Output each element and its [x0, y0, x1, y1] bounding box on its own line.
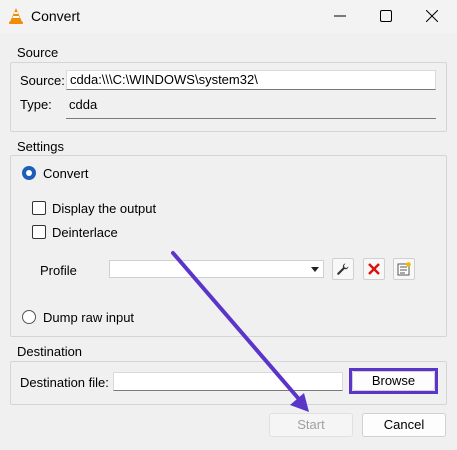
start-button[interactable]: Start [269, 413, 353, 437]
chevron-down-icon [311, 267, 319, 272]
delete-x-icon [368, 263, 380, 275]
delete-profile-button[interactable] [363, 258, 385, 280]
maximize-icon [380, 10, 392, 22]
source-label: Source: [20, 73, 65, 88]
close-icon [426, 10, 438, 22]
display-output-checkbox[interactable] [32, 201, 46, 215]
close-button[interactable] [409, 0, 455, 33]
title-bar: Convert [0, 0, 457, 33]
convert-label[interactable]: Convert [43, 166, 89, 181]
type-value: cdda [69, 97, 98, 112]
minimize-button[interactable] [317, 0, 363, 33]
deinterlace-checkbox[interactable] [32, 225, 46, 239]
cancel-button[interactable]: Cancel [362, 413, 446, 437]
source-value: cdda:\\\C:\WINDOWS\system32\ [70, 72, 258, 87]
type-underline [66, 118, 436, 119]
destination-group-title: Destination [17, 344, 83, 359]
window-title: Convert [31, 8, 81, 24]
new-profile-icon [397, 262, 411, 276]
minimize-icon [334, 15, 346, 17]
maximize-button[interactable] [363, 0, 409, 33]
wrench-icon [337, 263, 349, 275]
profile-label: Profile [40, 263, 77, 278]
display-output-label[interactable]: Display the output [52, 201, 156, 216]
deinterlace-label[interactable]: Deinterlace [52, 225, 118, 240]
destination-file-field[interactable] [113, 372, 343, 391]
dump-raw-label[interactable]: Dump raw input [43, 310, 134, 325]
edit-profile-button[interactable] [332, 258, 354, 280]
type-label: Type: [20, 97, 52, 112]
profile-dropdown[interactable] [109, 260, 324, 278]
dump-raw-radio[interactable] [22, 310, 36, 324]
convert-radio[interactable] [22, 166, 36, 180]
settings-group-title: Settings [17, 139, 64, 154]
source-group-title: Source [17, 45, 59, 60]
new-profile-button[interactable] [393, 258, 415, 280]
source-field[interactable]: cdda:\\\C:\WINDOWS\system32\ [66, 70, 436, 90]
destination-file-label: Destination file: [20, 375, 109, 390]
vlc-cone-icon [9, 8, 23, 24]
browse-highlight-box [349, 368, 438, 394]
